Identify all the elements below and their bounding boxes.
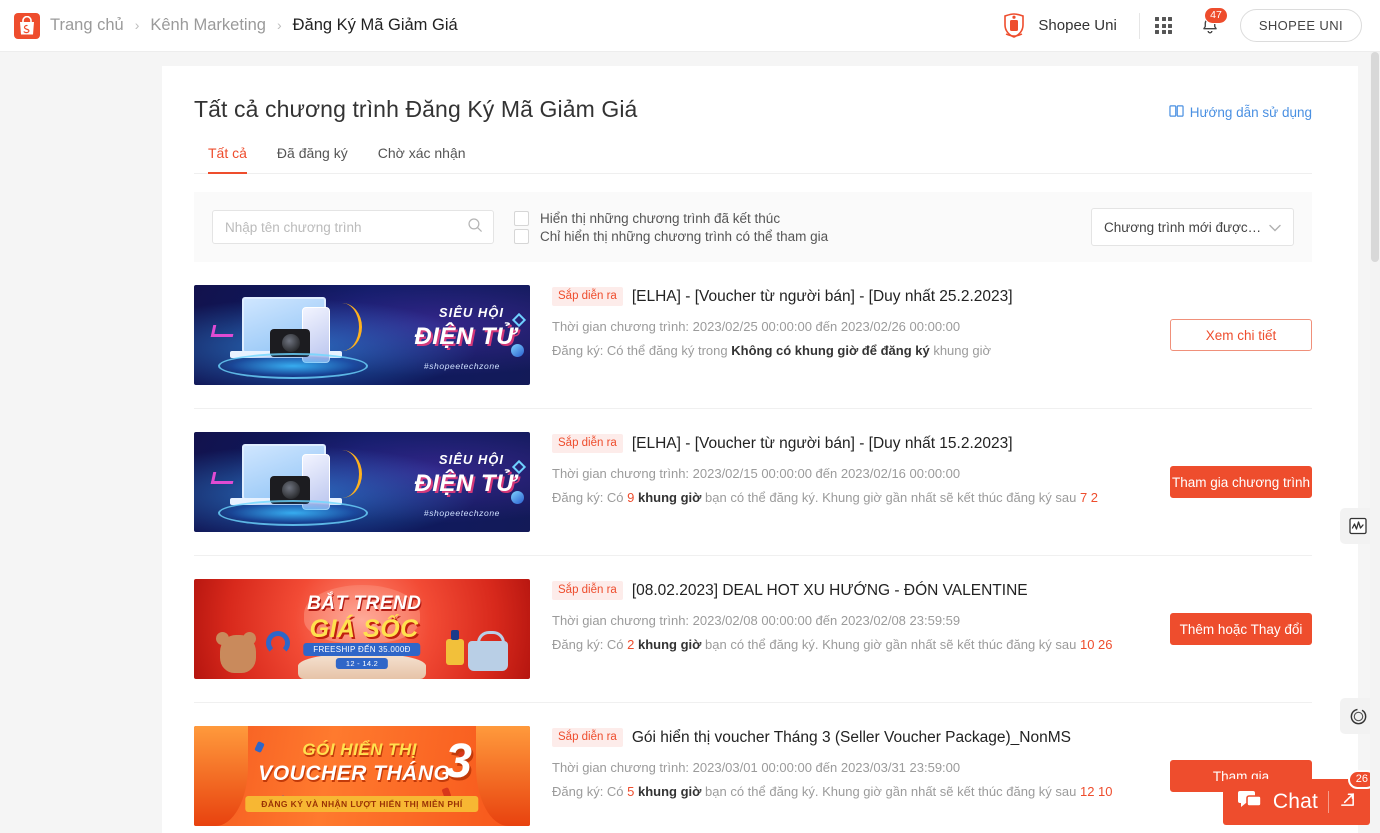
- program-register-info: Đăng ký: Có 2 khung giờ bạn có thể đăng …: [552, 637, 1113, 652]
- program-row: SIÊU HỘI ĐIỆN TỬ #shopeetechzone Sắp diễ…: [194, 409, 1312, 556]
- program-info: Sắp diễn ra [08.02.2023] DEAL HOT XU HƯỚ…: [530, 579, 1162, 652]
- program-register-info: Đăng ký: Có thể đăng ký trong Không có k…: [552, 343, 991, 358]
- breadcrumb-item-home[interactable]: Trang chủ: [50, 16, 124, 35]
- top-bar: Trang chủ › Kênh Marketing › Đăng Ký Mã …: [0, 0, 1380, 52]
- view-detail-button[interactable]: Xem chi tiết: [1170, 319, 1312, 351]
- program-action: Tham gia chương trình: [1162, 432, 1312, 498]
- tab-all[interactable]: Tất cả: [208, 145, 247, 174]
- account-button[interactable]: SHOPEE UNI: [1239, 9, 1362, 42]
- banner-line-2: ĐIỆN TỬ: [414, 323, 516, 350]
- program-list: SIÊU HỘI ĐIỆN TỬ #shopeetechzone Sắp diễ…: [194, 262, 1312, 833]
- program-action: Xem chi tiết: [1162, 285, 1312, 351]
- checkbox-row-ended[interactable]: Hiển thị những chương trình đã kết thúc: [514, 210, 828, 226]
- checkbox-row-joinable[interactable]: Chỉ hiển thị những chương trình có thể t…: [514, 228, 829, 244]
- shopee-uni-label: Shopee Uni: [1038, 17, 1117, 34]
- banner-line-1: SIÊU HỘI: [438, 305, 504, 320]
- program-time: Thời gian chương trình: 2023/02/15 00:00…: [552, 466, 961, 481]
- program-row: GÓI HIỂN THỊ VOUCHER THÁNG 3 ĐĂNG KÝ VÀ …: [194, 703, 1312, 833]
- filter-bar: Hiển thị những chương trình đã kết thúc …: [194, 192, 1312, 262]
- add-or-change-button[interactable]: Thêm hoặc Thay đổi: [1170, 613, 1312, 645]
- card-header: Tất cả chương trình Đăng Ký Mã Giảm Giá …: [194, 96, 1312, 123]
- page-scrollbar[interactable]: [1370, 52, 1380, 833]
- program-row: SIÊU HỘI ĐIỆN TỬ #shopeetechzone Sắp diễ…: [194, 262, 1312, 409]
- chat-label: Chat: [1272, 790, 1318, 813]
- content-card: Tất cả chương trình Đăng Ký Mã Giảm Giá …: [162, 66, 1358, 833]
- checkbox-show-ended[interactable]: [514, 210, 529, 226]
- banner-line-1: BẮT TREND: [307, 593, 422, 614]
- program-title[interactable]: [08.02.2023] DEAL HOT XU HƯỚNG - ĐÓN VAL…: [632, 582, 1028, 600]
- apps-grid-icon[interactable]: [1140, 17, 1188, 34]
- tab-bar: Tất cả Đã đăng ký Chờ xác nhận: [194, 145, 1312, 174]
- banner-line-1: GÓI HIỂN THỊ: [302, 740, 418, 759]
- chevron-down-icon: [1269, 220, 1281, 235]
- chat-bubble-icon: [1237, 789, 1263, 816]
- banner-big-number: 3: [445, 735, 472, 788]
- page-body: Tất cả chương trình Đăng Ký Mã Giảm Giá …: [0, 52, 1380, 833]
- program-title[interactable]: Gói hiển thị voucher Tháng 3 (Seller Vou…: [632, 729, 1071, 747]
- banner-line-2: GIÁ SỐC: [309, 615, 419, 643]
- banner-line-3: #shopeetechzone: [423, 361, 500, 371]
- join-program-button[interactable]: Tham gia chương trình: [1170, 466, 1312, 498]
- tab-pending[interactable]: Chờ xác nhận: [378, 145, 466, 174]
- status-badge: Sắp diễn ra: [552, 581, 623, 600]
- status-badge: Sắp diễn ra: [552, 287, 623, 306]
- notification-count-badge: 47: [1204, 6, 1228, 24]
- shopee-uni-shield-icon: [999, 11, 1029, 41]
- banner-subtitle: ĐĂNG KÝ VÀ NHẬN LƯỢT HIỂN THỊ MIỄN PHÍ: [245, 796, 479, 812]
- filter-checkboxes: Hiển thị những chương trình đã kết thúc …: [514, 210, 829, 244]
- banner-chip: FREESHIP ĐẾN 35.000Đ: [303, 643, 421, 656]
- book-icon: [1169, 104, 1184, 121]
- page-title: Tất cả chương trình Đăng Ký Mã Giảm Giá: [194, 96, 638, 122]
- sort-select-value: Chương trình mới được…: [1104, 219, 1262, 235]
- checkbox-only-joinable[interactable]: [514, 228, 529, 244]
- top-bar-right: Shopee Uni 47 SHOPEE UNI: [999, 6, 1362, 42]
- program-title[interactable]: [ELHA] - [Voucher từ người bán] - [Duy n…: [632, 435, 1013, 453]
- program-time: Thời gian chương trình: 2023/03/01 00:00…: [552, 760, 961, 775]
- program-banner[interactable]: SIÊU HỘI ĐIỆN TỬ #shopeetechzone: [194, 285, 530, 385]
- breadcrumb-separator: ›: [276, 16, 282, 33]
- expand-arrow-icon[interactable]: [1339, 791, 1356, 813]
- program-register-info: Đăng ký: Có 9 khung giờ bạn có thể đăng …: [552, 490, 1099, 505]
- program-row: BẮT TREND GIÁ SỐC FREESHIP ĐẾN 35.000Đ 1…: [194, 556, 1312, 703]
- program-banner[interactable]: SIÊU HỘI ĐIỆN TỬ #shopeetechzone: [194, 432, 530, 532]
- guide-link[interactable]: Hướng dẫn sử dụng: [1169, 96, 1312, 121]
- scrollbar-thumb[interactable]: [1371, 52, 1379, 262]
- banner-chip-2: 12 - 14.2: [335, 658, 389, 669]
- program-time: Thời gian chương trình: 2023/02/25 00:00…: [552, 319, 961, 334]
- breadcrumb-item-current: Đăng Ký Mã Giảm Giá: [292, 16, 458, 34]
- program-info: Sắp diễn ra [ELHA] - [Voucher từ người b…: [530, 432, 1162, 505]
- program-register-info: Đăng ký: Có 5 khung giờ bạn có thể đăng …: [552, 784, 1113, 799]
- tab-registered[interactable]: Đã đăng ký: [277, 145, 348, 174]
- sort-select[interactable]: Chương trình mới được…: [1091, 208, 1294, 246]
- shopee-uni-entry[interactable]: Shopee Uni: [999, 11, 1138, 41]
- breadcrumb-item-marketing[interactable]: Kênh Marketing: [150, 16, 266, 35]
- guide-link-label: Hướng dẫn sử dụng: [1189, 105, 1312, 120]
- program-info: Sắp diễn ra Gói hiển thị voucher Tháng 3…: [530, 726, 1162, 799]
- program-banner[interactable]: BẮT TREND GIÁ SỐC FREESHIP ĐẾN 35.000Đ 1…: [194, 579, 530, 679]
- banner-line-2: VOUCHER THÁNG: [258, 762, 451, 785]
- program-title[interactable]: [ELHA] - [Voucher từ người bán] - [Duy n…: [632, 288, 1013, 306]
- program-banner[interactable]: GÓI HIỂN THỊ VOUCHER THÁNG 3 ĐĂNG KÝ VÀ …: [194, 726, 530, 826]
- checkbox-label-ended: Hiển thị những chương trình đã kết thúc: [540, 210, 781, 226]
- shopee-logo-icon[interactable]: [14, 12, 40, 39]
- search-icon[interactable]: [467, 217, 483, 238]
- status-badge: Sắp diễn ra: [552, 434, 623, 453]
- banner-line-3: #shopeetechzone: [423, 508, 500, 518]
- divider: [1328, 791, 1329, 813]
- program-action: Thêm hoặc Thay đổi: [1162, 579, 1312, 645]
- program-info: Sắp diễn ra [ELHA] - [Voucher từ người b…: [530, 285, 1162, 358]
- search-input[interactable]: [225, 219, 467, 235]
- search-box[interactable]: [212, 210, 494, 244]
- breadcrumb: Trang chủ › Kênh Marketing › Đăng Ký Mã …: [50, 16, 458, 35]
- chat-widget[interactable]: Chat 26: [1222, 770, 1376, 825]
- checkbox-label-joinable: Chỉ hiển thị những chương trình có thể t…: [540, 228, 829, 244]
- banner-line-2: ĐIỆN TỬ: [414, 470, 516, 497]
- breadcrumb-separator: ›: [134, 16, 140, 33]
- banner-line-1: SIÊU HỘI: [438, 452, 504, 467]
- program-time: Thời gian chương trình: 2023/02/08 00:00…: [552, 613, 961, 628]
- status-badge: Sắp diễn ra: [552, 728, 623, 747]
- notification-bell-button[interactable]: 47: [1188, 6, 1232, 36]
